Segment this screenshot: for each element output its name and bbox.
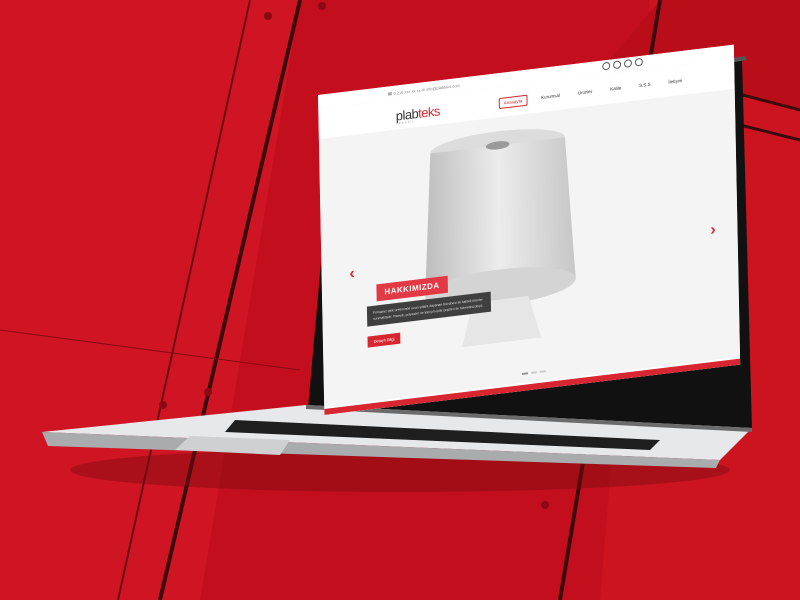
logo-accent: teks <box>418 103 440 121</box>
site-logo[interactable]: plabteks TEKSTİL <box>396 103 440 125</box>
menu-item-kalite[interactable]: Kalite <box>606 83 625 96</box>
menu-item-urunler[interactable]: Ürünler <box>574 86 597 100</box>
menu-item-kurumsal[interactable]: Kurumsal <box>537 90 564 104</box>
social-links <box>602 57 643 71</box>
linkedin-icon[interactable] <box>634 57 643 67</box>
slider-next-arrow[interactable]: › <box>710 221 716 240</box>
slider-dot[interactable] <box>539 370 546 373</box>
menu-item-sss[interactable]: S.S.S <box>635 79 655 92</box>
menu-item-iletisim[interactable]: İletişim <box>664 75 686 89</box>
slider-prev-arrow[interactable]: ‹ <box>349 265 355 284</box>
slider-dot[interactable] <box>522 372 529 375</box>
menu-item-anasayfa[interactable]: Anasayfa <box>498 94 528 110</box>
hero-slider: ‹ › HAKKIMIZDA Firmamız iplik üretiminde… <box>318 88 741 407</box>
laptop-screen: ☎ 0 216 xxx xx xx ✉ info@plabteks.com pl… <box>0 0 800 600</box>
slider-dot[interactable] <box>530 371 537 374</box>
twitter-icon[interactable] <box>613 60 622 70</box>
slider-pagination <box>522 370 546 375</box>
details-button[interactable]: Detaylı Bilgi <box>367 332 401 348</box>
website: ☎ 0 216 xxx xx xx ✉ info@plabteks.com pl… <box>318 44 741 415</box>
instagram-icon[interactable] <box>623 58 633 68</box>
facebook-icon[interactable] <box>602 61 611 71</box>
